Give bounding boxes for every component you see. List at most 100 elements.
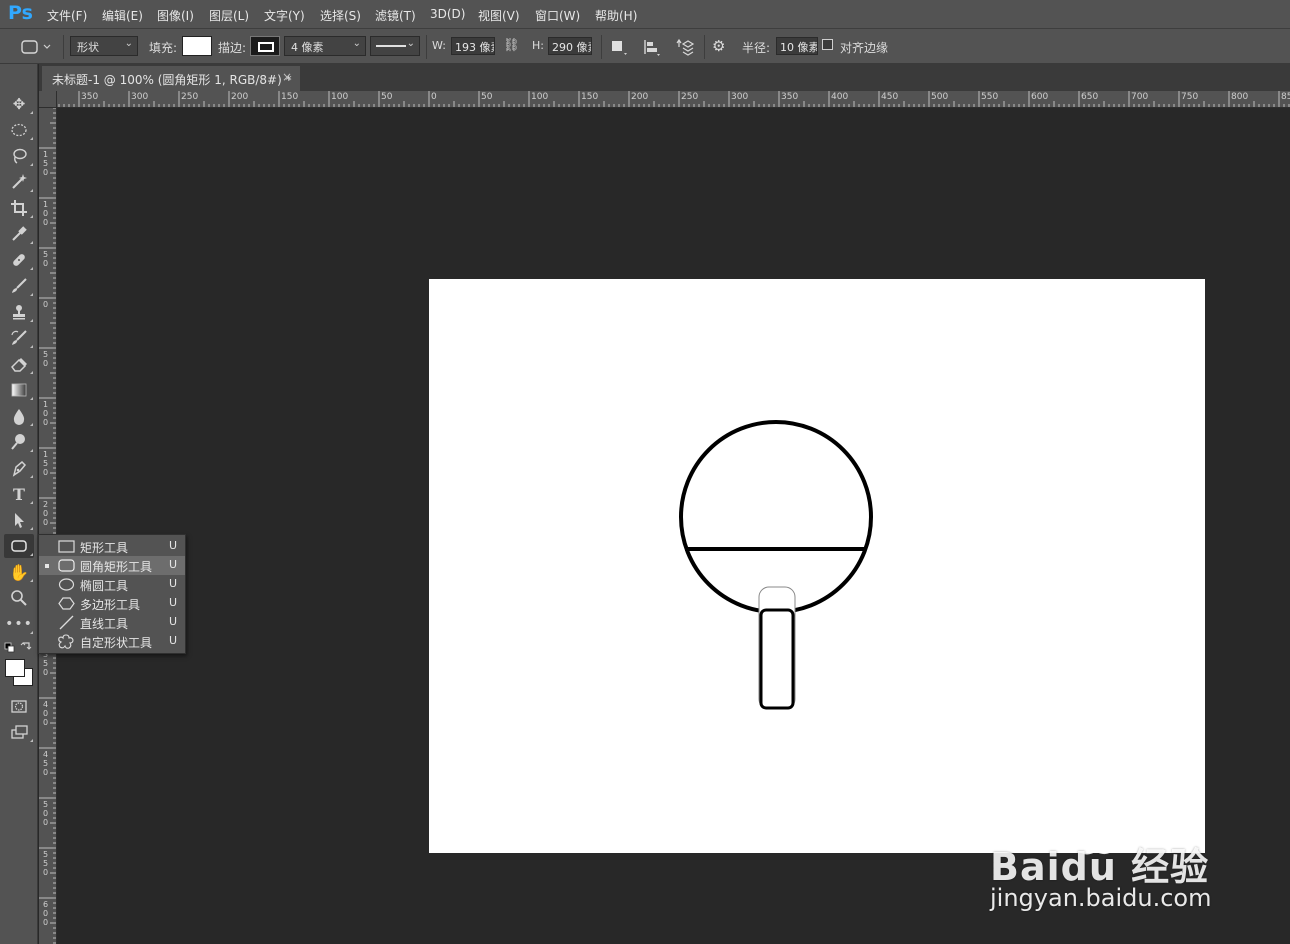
brush-tool[interactable] (4, 274, 34, 298)
ruler-label: 100 (331, 92, 349, 102)
blur-tool[interactable] (4, 404, 34, 428)
menu-file[interactable]: 文件(F) (47, 7, 87, 24)
dodge-tool[interactable] (4, 430, 34, 454)
pen-icon (12, 460, 27, 477)
ruler-label: 250 (681, 92, 699, 102)
align-edges-checkbox[interactable] (822, 39, 833, 50)
gradient-tool[interactable] (4, 378, 34, 402)
zoom-tool[interactable] (4, 586, 34, 610)
align-edges-label: 对齐边缘 (840, 41, 889, 55)
radius-input[interactable]: 10 像素 (776, 37, 818, 55)
ruler-label: 50 (481, 92, 493, 102)
tool-preset-picker[interactable] (14, 38, 54, 56)
arrange-layers-icon (676, 38, 695, 56)
rounded-rectangle-tool[interactable] (4, 534, 34, 558)
history-brush-tool[interactable] (4, 326, 34, 350)
type-tool[interactable]: T (4, 482, 34, 506)
flyout-item-shortcut: U (169, 634, 178, 647)
flyout-item-line[interactable]: 直线工具 U (39, 613, 185, 632)
menu-layer[interactable]: 图层(L) (209, 7, 249, 24)
lasso-tool[interactable] (4, 144, 34, 168)
flyout-item-shortcut: U (169, 577, 178, 590)
paddle-handle (759, 608, 795, 710)
stroke-width-value: 4 像素 (291, 41, 324, 54)
ruler-label: 550 (981, 92, 999, 102)
healing-brush-tool[interactable] (4, 248, 34, 272)
screen-mode-icon (11, 725, 28, 739)
close-icon[interactable]: × (282, 70, 292, 84)
chevron-down-icon: ⌄ (352, 38, 361, 49)
edit-toolbar-button[interactable]: ••• (4, 612, 34, 636)
flyout-item-rectangle[interactable]: 矩形工具 U (39, 537, 185, 556)
fill-label: 填充: (149, 41, 178, 55)
fill-swatch[interactable] (182, 36, 212, 56)
document-tab[interactable]: 未标题-1 @ 100% (圆角矩形 1, RGB/8#) * × (42, 66, 300, 91)
hand-tool[interactable]: ✋ (4, 560, 34, 584)
flyout-item-shortcut: U (169, 539, 178, 552)
ruler-label: 300 (731, 92, 749, 102)
flyout-item-label: 自定形状工具 (80, 636, 153, 650)
flyout-item-label: 椭圆工具 (80, 579, 129, 593)
ruler-label: 600 (43, 900, 49, 927)
drop-icon (13, 409, 25, 425)
flyout-item-label: 矩形工具 (80, 541, 129, 555)
custom-shape-icon (58, 634, 74, 649)
height-input[interactable]: 290 像素 (548, 37, 592, 55)
path-arrangement-button[interactable] (673, 37, 697, 59)
ruler-origin[interactable] (39, 91, 57, 108)
document-tab-title: 未标题-1 @ 100% (圆角矩形 1, RGB/8#) * (52, 73, 292, 87)
bandage-icon (13, 254, 25, 266)
marquee-tool[interactable] (4, 118, 34, 142)
menu-edit[interactable]: 编辑(E) (102, 7, 143, 24)
ruler-label: 100 (531, 92, 549, 102)
path-alignment-button[interactable] (642, 38, 664, 58)
clone-stamp-tool[interactable] (4, 300, 34, 324)
document-canvas[interactable] (429, 279, 1205, 853)
swap-colors-icon[interactable] (20, 642, 32, 650)
path-selection-tool[interactable] (4, 508, 34, 532)
flyout-item-ellipse[interactable]: 椭圆工具 U (39, 575, 185, 594)
flyout-item-polygon[interactable]: 多边形工具 U (39, 594, 185, 613)
cursor-arrow-icon (15, 513, 24, 528)
ruler-label: 200 (231, 92, 249, 102)
menu-select[interactable]: 选择(S) (320, 7, 361, 24)
ruler-label: 400 (831, 92, 849, 102)
menu-window[interactable]: 窗口(W) (535, 7, 580, 24)
shape-mode-select[interactable]: 形状 ⌄ (70, 36, 138, 56)
quick-mask-button[interactable] (4, 694, 34, 718)
path-operations-button[interactable] (609, 38, 631, 58)
menu-view[interactable]: 视图(V) (478, 7, 520, 24)
horizontal-ruler: 350 300 250 200 150 100 50 0 50 100 150 200 250 300 35… (39, 91, 1290, 108)
foreground-color-swatch[interactable] (5, 659, 25, 677)
stroke-width-select[interactable]: 4 像素 ⌄ (284, 36, 366, 56)
ruler-label: 150 (581, 92, 599, 102)
watermark-brand: Baidu 经验 (990, 845, 1210, 889)
menu-3d[interactable]: 3D(D) (430, 7, 465, 21)
eraser-tool[interactable] (4, 352, 34, 376)
gear-icon: ⚙ (712, 37, 726, 55)
paddle-head (679, 420, 873, 614)
screen-mode-button[interactable] (4, 720, 34, 744)
selected-indicator-icon (45, 564, 49, 568)
stroke-swatch[interactable] (250, 36, 280, 56)
polygon-icon (58, 597, 75, 610)
settings-button[interactable]: ⚙ (712, 37, 734, 59)
flyout-item-custom-shape[interactable]: 自定形状工具 U (39, 632, 185, 651)
pen-tool[interactable] (4, 456, 34, 480)
move-tool[interactable]: ✥ (4, 92, 34, 116)
magic-wand-tool[interactable] (4, 170, 34, 194)
menu-filter[interactable]: 滤镜(T) (375, 7, 416, 24)
menu-image[interactable]: 图像(I) (157, 7, 194, 24)
options-bar: 形状 ⌄ 填充: 描边: 4 像素 ⌄ ⌄ W: 193 像素 ⛓ H: 290… (0, 28, 1290, 64)
eyedropper-tool[interactable] (4, 222, 34, 246)
default-colors-icon[interactable] (4, 642, 15, 653)
menu-type[interactable]: 文字(Y) (264, 7, 305, 24)
crop-tool[interactable] (4, 196, 34, 220)
menu-help[interactable]: 帮助(H) (595, 7, 637, 24)
link-icon[interactable]: ⛓ (503, 38, 520, 53)
ellipse-icon (58, 578, 75, 591)
width-input[interactable]: 193 像素 (451, 37, 495, 55)
stroke-type-select[interactable]: ⌄ (370, 36, 420, 56)
flyout-item-rounded-rectangle[interactable]: 圆角矩形工具 U (39, 556, 185, 575)
ruler-label: 250 (181, 92, 199, 102)
